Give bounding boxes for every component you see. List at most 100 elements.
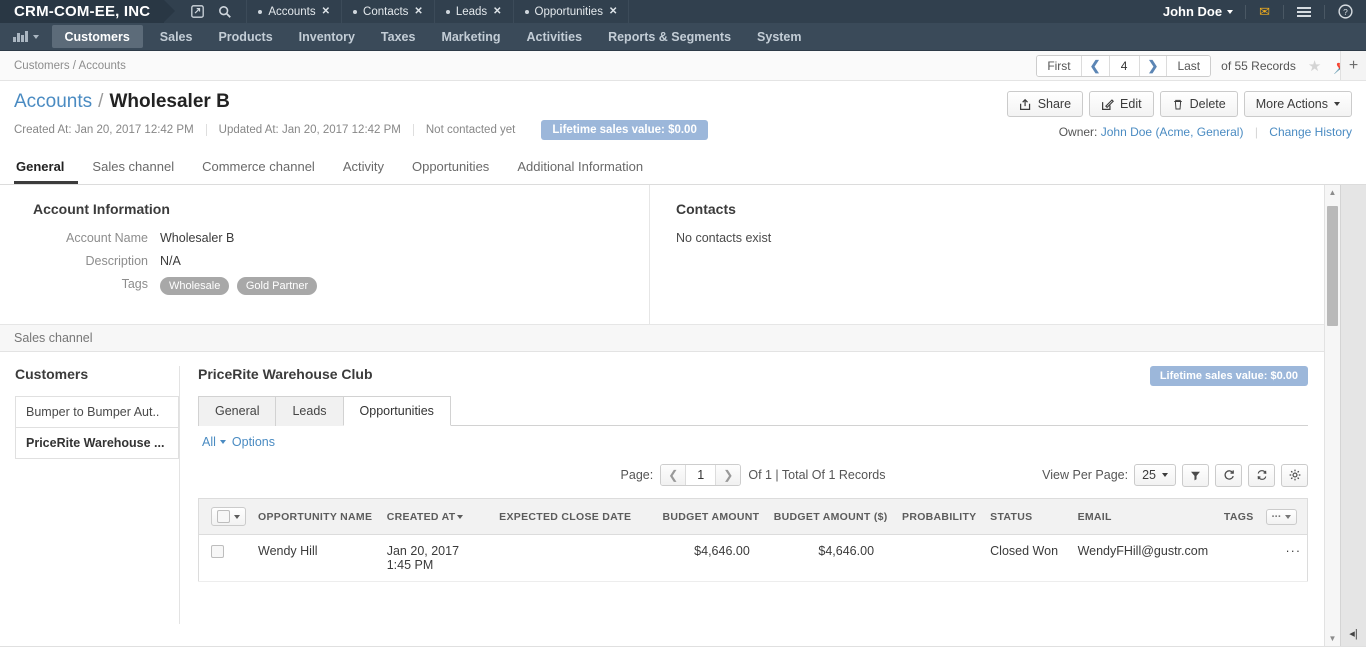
close-icon[interactable]: ✕ (493, 6, 501, 17)
vertical-scrollbar[interactable]: ▲ ▼ (1324, 185, 1340, 646)
nav-item-inventory[interactable]: Inventory (286, 23, 368, 50)
current-record-number[interactable]: 4 (1109, 55, 1140, 76)
close-icon[interactable]: ✕ (609, 6, 617, 17)
close-icon[interactable]: ✕ (414, 6, 422, 17)
nav-item-taxes[interactable]: Taxes (368, 23, 429, 50)
tab-sales-channel[interactable]: Sales channel (78, 152, 188, 184)
column-header-email[interactable]: EMAIL (1065, 498, 1218, 535)
nav-item-sales[interactable]: Sales (147, 23, 206, 50)
table-row[interactable]: Wendy Hill Jan 20, 2017 1:45 PM $4,646.0… (198, 534, 1308, 582)
row-action-menu[interactable]: ··· (1259, 534, 1308, 582)
list-item[interactable]: PriceRite Warehouse ... (16, 428, 178, 459)
column-header-tags[interactable]: TAGS (1217, 498, 1260, 535)
column-header-created-at[interactable]: CREATED AT (380, 498, 472, 535)
nav-item-reports-segments[interactable]: Reports & Segments (595, 23, 744, 50)
select-all-header (198, 498, 252, 535)
more-actions-button[interactable]: More Actions (1243, 91, 1352, 117)
page-number-input[interactable]: 1 (686, 465, 717, 485)
tab-opportunities[interactable]: Opportunities (398, 152, 503, 184)
tag-chip[interactable]: Gold Partner (236, 277, 318, 295)
refresh-button[interactable] (1215, 463, 1242, 487)
owner-link[interactable]: John Doe (Acme, General) (1101, 125, 1244, 139)
parent-entity-link[interactable]: Accounts (14, 91, 92, 113)
field-label: Account Name (66, 231, 148, 245)
scrollbar-thumb[interactable] (1327, 206, 1338, 326)
tab-additional-information[interactable]: Additional Information (503, 152, 657, 184)
column-header-status[interactable]: STATUS (984, 498, 1066, 535)
open-tab-contacts[interactable]: Contacts ✕ (341, 0, 434, 23)
delete-label: Delete (1189, 97, 1226, 111)
view-filter-label: All (202, 435, 216, 449)
last-record-button[interactable]: Last (1167, 55, 1211, 76)
dashboard-menu-button[interactable] (0, 23, 48, 50)
breadcrumb[interactable]: Customers / Accounts (14, 60, 126, 72)
column-header-opportunity-name[interactable]: OPPORTUNITY NAME (252, 498, 381, 535)
subtab-opportunities[interactable]: Opportunities (342, 396, 451, 426)
open-tab-label: Accounts (268, 5, 316, 18)
grid-column-menu-button[interactable]: ··· (1265, 508, 1297, 525)
scroll-down-arrow-icon[interactable]: ▼ (1329, 631, 1337, 646)
next-record-button[interactable]: ❯ (1139, 55, 1168, 76)
view-per-page-select[interactable]: 25 (1134, 464, 1176, 486)
sales-channel-strip[interactable]: Sales channel (0, 325, 1324, 352)
column-header-probability[interactable]: PROBABILITY (896, 498, 985, 535)
tab-general[interactable]: General (14, 152, 79, 184)
mail-button[interactable]: ✉ 2 (1246, 4, 1283, 20)
content-body: Account Information Account Name Wholesa… (0, 185, 1366, 646)
pinned-tabs-icon[interactable] (186, 0, 208, 23)
delete-button[interactable]: Delete (1159, 91, 1238, 117)
brand-logo[interactable]: CRM-COM-EE, INC (0, 0, 176, 23)
ellipsis-icon: ··· (1271, 510, 1282, 523)
share-icon (1019, 98, 1030, 110)
open-tab-leads[interactable]: Leads ✕ (433, 0, 513, 23)
tag-chip[interactable]: Wholesale (160, 277, 230, 295)
column-header-expected-close-date[interactable]: EXPECTED CLOSE DATE (471, 498, 641, 535)
edit-button[interactable]: Edit (1089, 91, 1154, 117)
favorite-star-icon[interactable]: ★ (1308, 57, 1321, 75)
tab-commerce-channel[interactable]: Commerce channel (188, 152, 329, 184)
add-widget-button[interactable]: + (1340, 51, 1366, 80)
close-icon[interactable]: ✕ (322, 6, 330, 17)
nav-item-activities[interactable]: Activities (513, 23, 595, 50)
prev-page-button[interactable]: ❮ (661, 465, 687, 485)
tag-list: Wholesale Gold Partner (160, 277, 321, 295)
open-tab-opportunities[interactable]: Opportunities ✕ (512, 0, 630, 23)
nav-item-marketing[interactable]: Marketing (428, 23, 513, 50)
tab-activity[interactable]: Activity (329, 152, 398, 184)
view-filter-dropdown[interactable]: All (202, 435, 226, 449)
scroll-up-arrow-icon[interactable]: ▲ (1329, 185, 1337, 200)
options-link[interactable]: Options (232, 435, 275, 449)
help-button[interactable]: ? (1325, 4, 1366, 19)
open-tab-accounts[interactable]: Accounts ✕ (246, 0, 341, 23)
menu-button[interactable] (1284, 6, 1324, 17)
select-all-dropdown[interactable] (211, 507, 246, 526)
divider: | (1254, 125, 1258, 139)
filter-button[interactable] (1182, 463, 1209, 487)
search-icon[interactable] (214, 0, 236, 23)
list-item[interactable]: Bumper to Bumper Aut.. (16, 397, 178, 428)
first-record-button[interactable]: First (1037, 55, 1082, 76)
record-pager: First ❮ 4 ❯ Last (1036, 54, 1212, 77)
column-header-budget-amount-usd[interactable]: BUDGET AMOUNT ($) (767, 498, 897, 535)
customers-heading: Customers (15, 366, 89, 382)
next-page-button[interactable]: ❯ (716, 465, 741, 485)
field-label: Tags (121, 277, 148, 291)
settings-gear-button[interactable] (1281, 463, 1308, 487)
collapse-panel-icon[interactable]: ◂| (1349, 627, 1357, 646)
nav-item-customers[interactable]: Customers (51, 25, 143, 48)
user-menu[interactable]: John Doe (1151, 4, 1245, 19)
share-button[interactable]: Share (1006, 91, 1084, 117)
checkbox-icon[interactable] (217, 510, 230, 523)
change-history-link[interactable]: Change History (1269, 125, 1352, 139)
subtab-general[interactable]: General (198, 396, 276, 426)
subtab-leads[interactable]: Leads (275, 396, 343, 426)
nav-item-system[interactable]: System (744, 23, 814, 50)
column-header-budget-amount[interactable]: BUDGET AMOUNT (640, 498, 768, 535)
scrollbar-track[interactable] (1325, 200, 1340, 631)
checkbox-icon[interactable] (211, 545, 224, 559)
nav-item-products[interactable]: Products (205, 23, 285, 50)
record-actions: Share Edit Delete More Actions (1006, 91, 1352, 117)
grid-toolbar: Page: ❮ 1 ❯ Of 1 | Total Of 1 Records Vi… (198, 462, 1308, 488)
prev-record-button[interactable]: ❮ (1081, 55, 1110, 76)
reset-button[interactable] (1248, 463, 1275, 487)
